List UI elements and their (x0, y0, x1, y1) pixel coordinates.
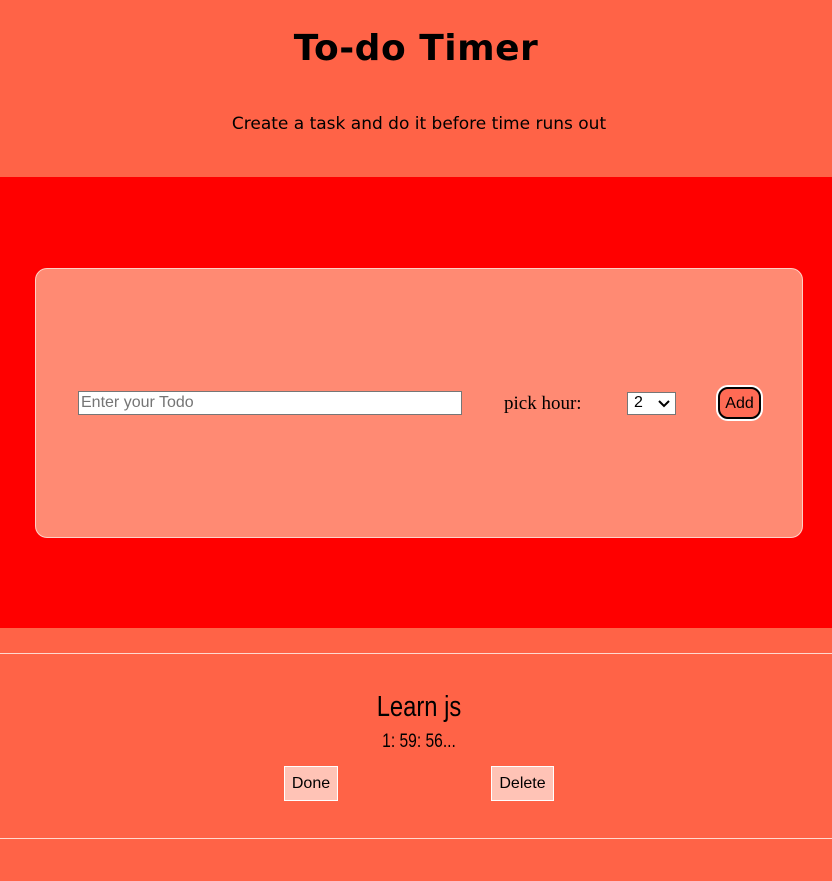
add-button[interactable]: Add (718, 387, 761, 419)
form-section: pick hour: 2 Add (0, 177, 832, 628)
hour-select-value: 2 (634, 394, 643, 411)
page-subtitle: Create a task and do it before time runs… (231, 114, 607, 134)
page-title: To-do Timer (293, 28, 539, 69)
delete-button[interactable]: Delete (491, 766, 554, 801)
task-divider-top (0, 653, 832, 654)
done-button[interactable]: Done (284, 766, 338, 801)
chevron-down-icon (658, 400, 670, 408)
task-timer: 1: 59: 56... (382, 731, 456, 752)
task-title: Learn js (376, 691, 462, 723)
page-header: To-do Timer Create a task and do it befo… (0, 0, 832, 177)
task-divider-bottom (0, 838, 832, 839)
hour-select[interactable]: 2 (627, 392, 676, 415)
pick-hour-label: pick hour: (504, 393, 582, 414)
todo-form-card: pick hour: 2 Add (35, 268, 803, 538)
todo-input[interactable] (78, 391, 462, 415)
